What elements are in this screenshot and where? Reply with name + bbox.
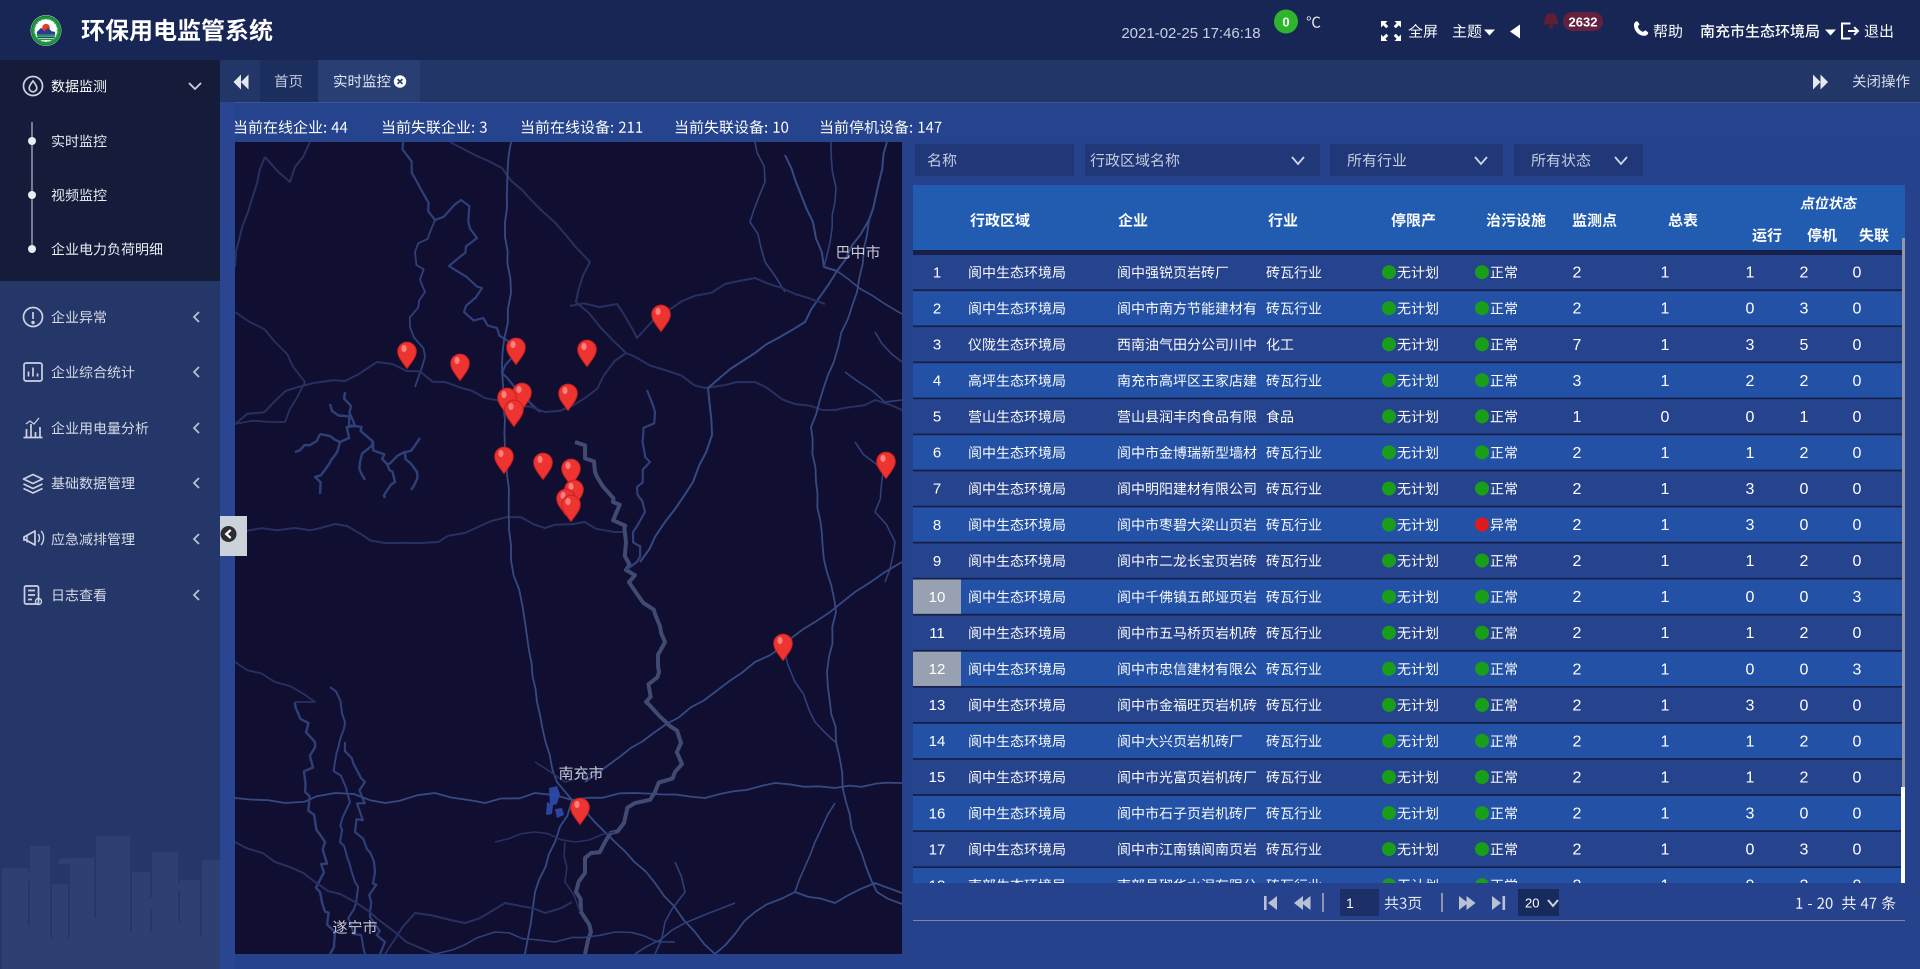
- svg-text:2021-02-25 17:46:18: 2021-02-25 17:46:18: [1121, 25, 1260, 42]
- svg-text:2632: 2632: [1569, 15, 1598, 30]
- svg-text:0: 0: [1282, 15, 1289, 30]
